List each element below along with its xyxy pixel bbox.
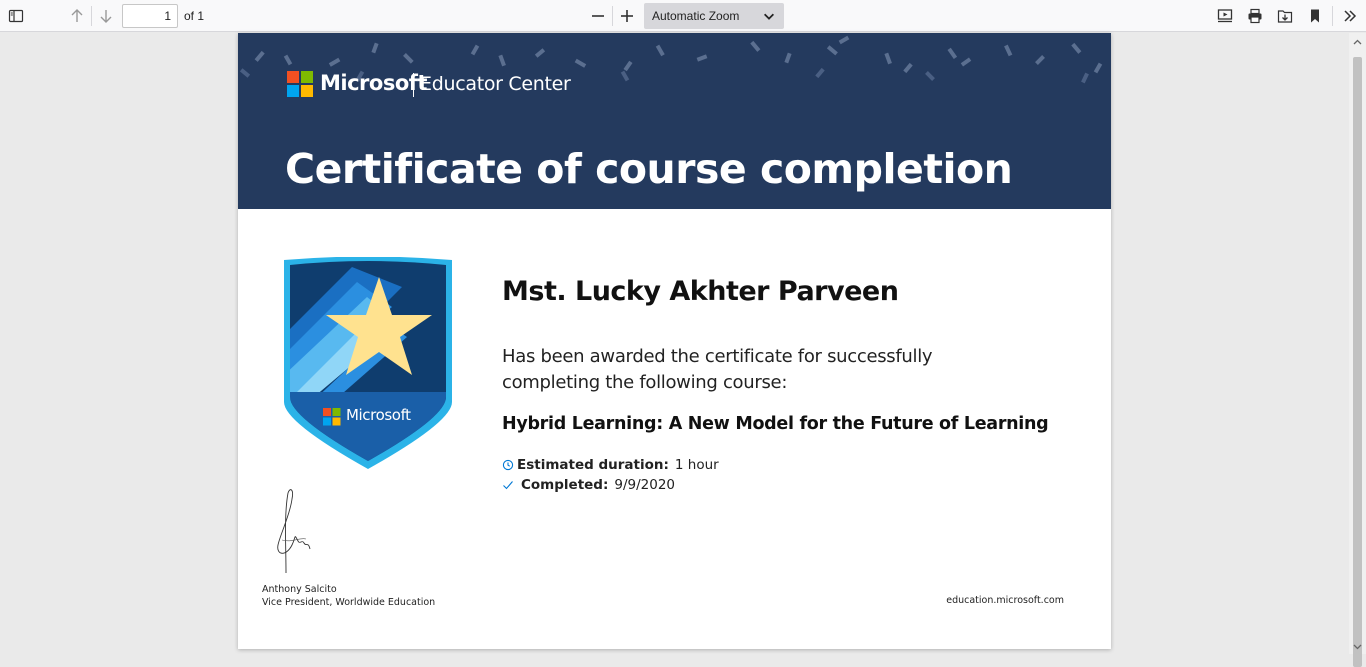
- completed-value: 9/9/2020: [614, 477, 676, 493]
- vertical-scrollbar[interactable]: [1349, 33, 1366, 667]
- pdf-page: Microsoft Educator Center Certificate of…: [238, 33, 1111, 649]
- scroll-thumb[interactable]: [1353, 57, 1362, 667]
- brand-name: Microsoft: [320, 71, 427, 95]
- completed-label: Completed:: [521, 477, 609, 493]
- zoom-in-icon[interactable]: [615, 4, 639, 28]
- microsoft-logo-icon: [287, 71, 313, 97]
- duration-label: Estimated duration:: [517, 457, 669, 473]
- zoom-out-icon[interactable]: [586, 4, 610, 28]
- arrow-down-icon[interactable]: [94, 4, 118, 28]
- awarded-text: Has been awarded the certificate for suc…: [502, 346, 933, 393]
- signer-title: Vice President, Worldwide Education: [262, 597, 436, 608]
- arrow-up-icon[interactable]: [65, 4, 89, 28]
- zoom-select[interactable]: Automatic Zoom: [644, 3, 784, 29]
- sidebar-toggle-icon[interactable]: [4, 4, 28, 28]
- page-number-input[interactable]: [122, 4, 178, 28]
- website-url: education.microsoft.com: [946, 595, 1064, 606]
- pdf-toolbar: of 1 Automatic Zoom: [0, 0, 1366, 32]
- scroll-down-icon[interactable]: [1352, 641, 1363, 652]
- brand-divider: [413, 73, 414, 97]
- signature-image: [277, 489, 311, 574]
- signer-name: Anthony Salcito: [262, 584, 337, 595]
- toolbar-separator: [1332, 6, 1333, 26]
- zoom-value: Automatic Zoom: [652, 9, 740, 23]
- clock-icon: [502, 459, 514, 471]
- badge-brand-text: Microsoft: [346, 406, 411, 424]
- chevron-down-icon: [764, 13, 774, 20]
- print-icon[interactable]: [1243, 4, 1267, 28]
- course-title: Hybrid Learning: A New Model for the Fut…: [502, 414, 1049, 434]
- tools-chevron-icon[interactable]: [1338, 4, 1362, 28]
- checkmark-icon: [503, 481, 513, 490]
- bookmark-icon[interactable]: [1303, 4, 1327, 28]
- duration-row: Estimated duration: 1 hour: [502, 457, 719, 473]
- recipient-name: Mst. Lucky Akhter Parveen: [502, 276, 899, 307]
- presentation-icon[interactable]: [1213, 4, 1237, 28]
- page-count: of 1: [184, 9, 205, 23]
- achievement-badge-icon: [284, 257, 452, 469]
- save-icon[interactable]: [1273, 4, 1297, 28]
- brand-product: Educator Center: [420, 73, 571, 95]
- completed-row: Completed: 9/9/2020: [502, 477, 675, 493]
- certificate-title: Certificate of course completion: [285, 145, 1013, 193]
- scroll-up-icon[interactable]: [1352, 37, 1363, 48]
- toolbar-separator: [612, 6, 613, 26]
- duration-value: 1 hour: [674, 457, 719, 473]
- signer-block: Anthony Salcito Vice President, Worldwid…: [262, 583, 435, 609]
- toolbar-separator: [91, 6, 92, 26]
- certificate-banner: Microsoft Educator Center Certificate of…: [238, 33, 1111, 209]
